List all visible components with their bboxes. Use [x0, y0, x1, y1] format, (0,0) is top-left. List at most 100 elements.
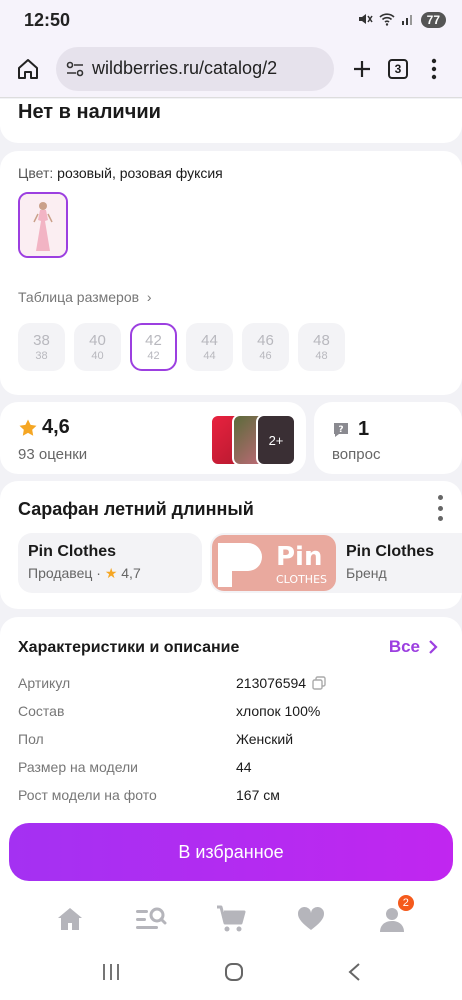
- size-label: 40: [89, 332, 106, 349]
- questions-number: 1: [358, 418, 370, 440]
- product-card: Сарафан летний длинный Pin Clothes Прода…: [0, 481, 462, 609]
- svg-text:?: ?: [338, 425, 343, 435]
- size-option-38[interactable]: 38 38: [18, 323, 65, 371]
- rating-card[interactable]: 4,6 93 оценки 2+: [0, 402, 306, 474]
- browser-menu-button[interactable]: [416, 51, 452, 87]
- star-icon: [19, 419, 37, 436]
- star-icon: ★: [104, 565, 118, 581]
- review-photos-more[interactable]: 2+: [256, 414, 296, 466]
- characteristic-value: 44: [236, 759, 252, 775]
- size-sublabel: 48: [315, 350, 328, 362]
- size-option-42[interactable]: 42 42: [130, 323, 177, 371]
- color-label: Цвет: розовый, розовая фуксия: [18, 165, 223, 181]
- home-nav-button[interactable]: [224, 962, 244, 987]
- size-sublabel: 38: [35, 350, 48, 362]
- svg-text:CLOTHES: CLOTHES: [276, 573, 327, 586]
- color-swatch-pink[interactable]: [18, 192, 68, 258]
- tab-favorites[interactable]: [289, 899, 333, 939]
- battery-indicator: 77: [420, 12, 446, 28]
- options-card: Цвет: розовый, розовая фуксия Таблица ра…: [0, 151, 462, 395]
- size-sublabel: 40: [91, 350, 104, 362]
- tab-home[interactable]: [48, 899, 92, 939]
- rating-count: 93 оценки: [18, 446, 88, 463]
- notification-badge: 2: [397, 895, 414, 911]
- characteristic-key: Рост модели на фото: [18, 787, 157, 803]
- product-menu-icon[interactable]: [436, 495, 444, 521]
- size-table-link[interactable]: Таблица размеров ›: [18, 289, 152, 305]
- action-bar: В избранное: [0, 820, 462, 890]
- bottom-tab-bar: 2: [0, 890, 462, 948]
- question-icon: ?: [334, 422, 348, 437]
- catalog-search-icon: [135, 907, 167, 929]
- size-option-40[interactable]: 40 40: [74, 323, 121, 371]
- size-sublabel: 44: [203, 350, 216, 362]
- questions-card[interactable]: ? 1 вопрос: [314, 402, 462, 474]
- cart-icon: [216, 905, 246, 932]
- characteristic-key: Размер на модели: [18, 759, 138, 775]
- availability-card: Нет в наличии: [0, 99, 462, 143]
- size-label: 46: [257, 332, 274, 349]
- size-option-46[interactable]: 46 46: [242, 323, 289, 371]
- size-sublabel: 46: [259, 350, 272, 362]
- brand-label: Бренд: [346, 565, 387, 581]
- address-bar[interactable]: wildberries.ru/catalog/2: [56, 46, 334, 91]
- brand-logo: Pin CLOTHES: [212, 535, 336, 591]
- tab-profile[interactable]: 2: [370, 895, 414, 939]
- status-bar: 12:50 77: [0, 0, 462, 40]
- wifi-icon: [379, 12, 395, 29]
- svg-text:Pin: Pin: [276, 542, 322, 572]
- home-circle-icon: [224, 962, 243, 981]
- chevron-right-icon: ›: [142, 289, 152, 305]
- dress-thumbnail: [20, 194, 66, 256]
- tab-switcher-button[interactable]: 3: [380, 51, 416, 87]
- system-navigation-bar: [0, 948, 462, 1000]
- size-selector: 38 38 40 40 42 42 44 44 46 46 48 48: [18, 323, 345, 371]
- home-icon: [58, 908, 83, 930]
- characteristic-key: Артикул: [18, 675, 71, 691]
- questions-count: ? 1: [332, 418, 369, 441]
- characteristic-value: 213076594: [236, 675, 326, 691]
- color-label-key: Цвет:: [18, 165, 54, 181]
- article-number: 213076594: [236, 675, 307, 691]
- color-value: розовый, розовая фуксия: [57, 165, 223, 181]
- rating-value: 4,6: [18, 416, 70, 439]
- questions-label: вопрос: [332, 446, 381, 463]
- brand-card[interactable]: Pin CLOTHES Pin Clothes Бренд: [210, 533, 462, 593]
- add-to-favorites-button[interactable]: В избранное: [9, 823, 453, 881]
- tab-catalog[interactable]: [129, 899, 173, 939]
- all-link-label: Все: [388, 637, 420, 656]
- signal-icon: [401, 12, 415, 29]
- characteristic-key: Пол: [18, 731, 44, 747]
- seller-card[interactable]: Pin Clothes Продавец · ★ 4,7: [18, 533, 202, 593]
- seller-name: Pin Clothes: [28, 543, 117, 560]
- size-table-link-label: Таблица размеров: [18, 289, 140, 305]
- characteristics-title: Характеристики и описание: [18, 639, 240, 656]
- size-label: 42: [145, 332, 162, 349]
- seller-label: Продавец ·: [28, 565, 101, 581]
- size-sublabel: 42: [147, 350, 160, 362]
- rating-number: 4,6: [42, 416, 70, 438]
- review-photos[interactable]: 2+: [210, 414, 298, 466]
- site-settings-icon[interactable]: [66, 61, 84, 77]
- size-option-44[interactable]: 44 44: [186, 323, 233, 371]
- copy-icon[interactable]: [312, 676, 326, 690]
- recent-apps-button[interactable]: [101, 963, 121, 986]
- kebab-menu-icon: [431, 58, 437, 79]
- heart-icon: [298, 906, 325, 930]
- characteristics-all-link[interactable]: Все: [389, 637, 438, 657]
- tab-cart[interactable]: [209, 899, 253, 939]
- size-label: 38: [33, 332, 50, 349]
- size-label: 48: [313, 332, 330, 349]
- product-title: Сарафан летний длинный: [18, 499, 254, 519]
- home-button[interactable]: [10, 51, 46, 87]
- page-content: Нет в наличии Цвет: розовый, розовая фук…: [0, 99, 462, 889]
- brand-name: Pin Clothes: [346, 543, 435, 560]
- plus-icon: [354, 60, 370, 77]
- recent-apps-icon: [103, 963, 120, 980]
- size-option-48[interactable]: 48 48: [298, 323, 345, 371]
- seller-meta: Продавец · ★ 4,7: [28, 565, 192, 582]
- back-button[interactable]: [347, 962, 361, 987]
- new-tab-button[interactable]: [344, 51, 380, 87]
- status-time: 12:50: [24, 9, 71, 30]
- home-icon: [18, 58, 38, 79]
